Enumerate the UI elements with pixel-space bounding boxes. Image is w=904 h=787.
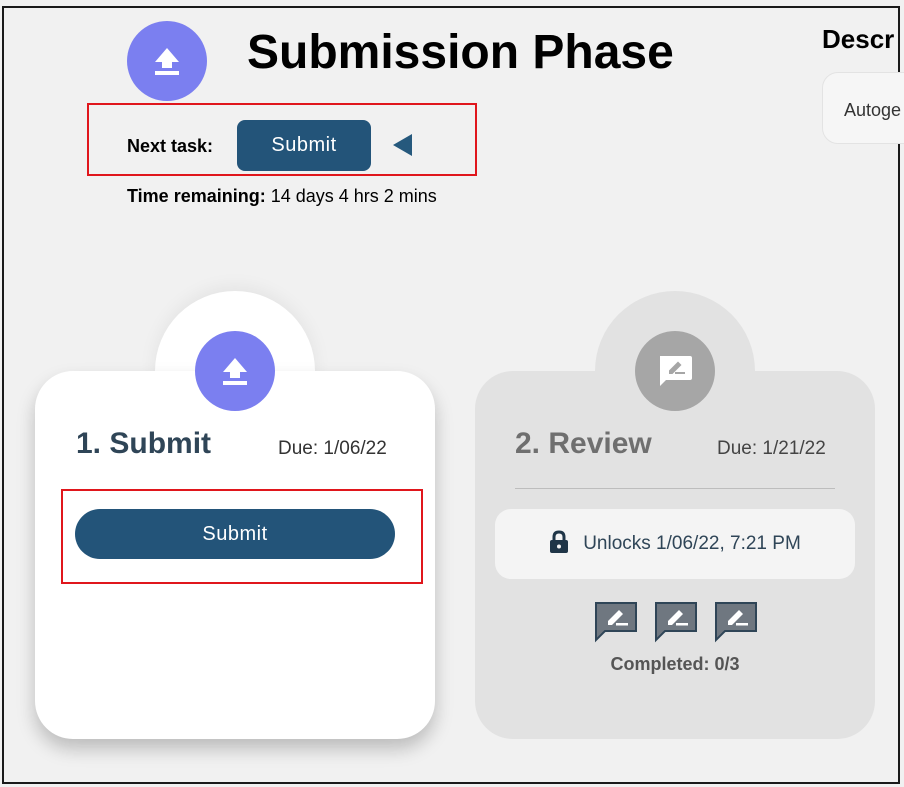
- review-card-due: Due: 1/21/22: [717, 438, 826, 459]
- review-completed-count: Completed: 0/3: [610, 654, 740, 674]
- review-item-icon: [653, 600, 699, 644]
- lock-icon: [549, 529, 569, 559]
- time-remaining-label: Time remaining:: [127, 186, 266, 206]
- pointer-arrow-icon: [393, 134, 412, 156]
- page-title: Submission Phase: [247, 26, 674, 79]
- upload-icon: [195, 331, 275, 411]
- next-task-submit-button[interactable]: Submit: [237, 120, 371, 171]
- time-remaining: Time remaining: 14 days 4 hrs 2 mins: [127, 186, 437, 207]
- time-remaining-value: 14 days 4 hrs 2 mins: [265, 186, 437, 206]
- upload-icon: [127, 21, 207, 101]
- review-items: [593, 600, 759, 644]
- unlock-text: Unlocks 1/06/22, 7:21 PM: [583, 533, 801, 554]
- submit-card-title: 1. Submit: [76, 427, 212, 460]
- review-item-icon: [593, 600, 639, 644]
- review-item-icon: [713, 600, 759, 644]
- review-card-title: 2. Review: [515, 427, 652, 460]
- submit-card-button[interactable]: Submit: [75, 509, 395, 559]
- review-comment-icon: [635, 331, 715, 411]
- unlock-notice: Unlocks 1/06/22, 7:21 PM: [495, 509, 855, 579]
- description-box: Autoge: [822, 72, 904, 144]
- description-heading: Descr: [822, 24, 895, 54]
- review-divider: [515, 488, 835, 489]
- next-task-label: Next task:: [127, 136, 214, 156]
- submit-card-due: Due: 1/06/22: [278, 438, 387, 459]
- description-text: Autoge: [844, 100, 902, 120]
